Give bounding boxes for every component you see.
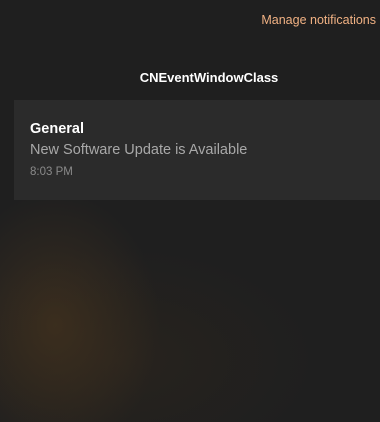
notification-title: General	[30, 121, 84, 137]
notification-toast[interactable]: General New Software Update is Available…	[14, 100, 380, 200]
manage-notifications-link[interactable]: Manage notifications	[261, 13, 376, 27]
app-group-title: CNEventWindowClass	[139, 70, 279, 85]
desktop-backdrop	[0, 0, 380, 422]
notification-timestamp: 8:03 PM	[30, 166, 73, 178]
notification-message: New Software Update is Available	[30, 142, 248, 158]
